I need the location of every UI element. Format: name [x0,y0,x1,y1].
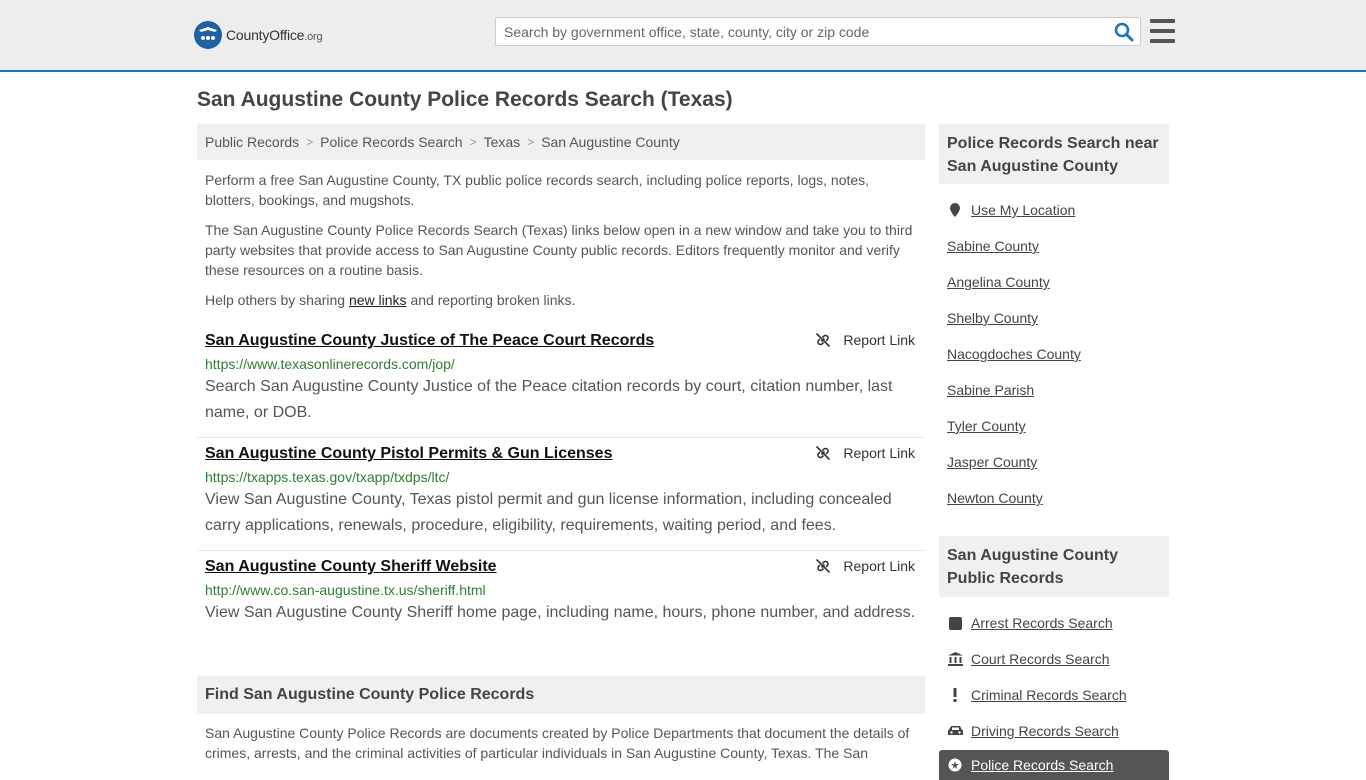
report-link-label: Report Link [843,558,915,574]
nearby-link-shelby-county[interactable]: Shelby County [947,310,1038,326]
new-links-link[interactable]: new links [349,292,407,308]
result-title-link[interactable]: San Augustine County Pistol Permits & Gu… [205,444,917,464]
criminal-records-link[interactable]: Criminal Records Search [971,687,1127,703]
breadcrumb-separator: > [469,135,477,149]
report-link-button[interactable]: Report Link [815,445,915,461]
nearby-link-newton-county[interactable]: Newton County [947,490,1043,506]
result-url[interactable]: https://txapps.texas.gov/txapp/txdps/ltc… [205,468,917,486]
exclamation-icon [947,687,963,703]
logo-text: CountyOffice.org [226,27,323,43]
nearby-item[interactable]: Tyler County [947,408,1169,444]
police-records-link[interactable]: Police Records Search [971,757,1113,773]
breadcrumb-texas[interactable]: Texas [484,134,521,150]
find-records-text: San Augustine County Police Records are … [205,725,910,761]
site-logo[interactable]: CountyOffice.org [194,20,323,50]
result-description: View San Augustine County Sheriff home p… [205,604,916,621]
driving-records-link[interactable]: Driving Records Search [971,723,1119,739]
nearby-list: Use My Location Sabine County Angelina C… [947,192,1169,516]
nearby-link-tyler-county[interactable]: Tyler County [947,418,1026,434]
public-record-item[interactable]: Criminal Records Search [947,677,1169,713]
public-record-item[interactable]: Driving Records Search [947,713,1169,749]
breadcrumb-separator: > [306,135,314,149]
breadcrumb-police-records-search[interactable]: Police Records Search [320,134,462,150]
court-records-link[interactable]: Court Records Search [971,651,1110,667]
breadcrumb-san-augustine-county[interactable]: San Augustine County [541,134,680,150]
intro-paragraph-2: The San Augustine County Police Records … [205,222,913,278]
police-badge-icon [947,757,963,773]
site-header: CountyOffice.org [0,0,1366,72]
public-record-item-active[interactable]: Police Records Search [939,750,1169,780]
result-title-link[interactable]: San Augustine County Sheriff Website [205,557,917,577]
car-icon [947,723,963,739]
nearby-item[interactable]: Newton County [947,480,1169,516]
nearby-item[interactable]: Angelina County [947,264,1169,300]
courthouse-icon [947,651,963,667]
nearby-link-angelina-county[interactable]: Angelina County [947,274,1050,290]
arrest-records-link[interactable]: Arrest Records Search [971,615,1113,631]
result-title-link[interactable]: San Augustine County Justice of The Peac… [205,331,917,351]
report-link-button[interactable]: Report Link [815,558,915,574]
find-records-heading: Find San Augustine County Police Records [197,676,925,714]
nearby-item[interactable]: Shelby County [947,300,1169,336]
breadcrumb: Public Records > Police Records Search >… [197,124,925,160]
result-url[interactable]: https://www.texasonlinerecords.com/jop/ [205,355,917,373]
search-bar [495,17,1141,46]
use-location-link[interactable]: Use My Location [971,202,1075,218]
logo-emblem-icon [194,21,222,49]
map-pin-icon [947,202,963,218]
search-icon[interactable] [1114,22,1134,42]
broken-link-icon [816,445,831,461]
hamburger-menu-icon[interactable] [1150,19,1175,43]
result-item: San Augustine County Sheriff Website Rep… [197,551,925,637]
nearby-item[interactable]: Sabine Parish [947,372,1169,408]
page-title: San Augustine County Police Records Sear… [197,88,733,111]
result-description: Search San Augustine County Justice of t… [205,378,893,421]
public-records-list: Arrest Records Search Court Records Sear… [947,605,1169,749]
use-location-item[interactable]: Use My Location [947,192,1169,228]
result-url[interactable]: http://www.co.san-augustine.tx.us/sherif… [205,581,917,599]
broken-link-icon [816,558,831,574]
nearby-item[interactable]: Sabine County [947,228,1169,264]
results-list: San Augustine County Justice of The Peac… [197,325,925,637]
nearby-link-sabine-county[interactable]: Sabine County [947,238,1039,254]
nearby-item[interactable]: Jasper County [947,444,1169,480]
broken-link-icon [816,332,831,348]
report-link-button[interactable]: Report Link [815,332,915,348]
breadcrumb-public-records[interactable]: Public Records [205,134,299,150]
public-record-item[interactable]: Court Records Search [947,641,1169,677]
square-icon [947,615,963,631]
intro-paragraph-3: Help others by sharing new links and rep… [205,292,576,308]
intro-paragraph-1: Perform a free San Augustine County, TX … [205,172,870,208]
nearby-item[interactable]: Nacogdoches County [947,336,1169,372]
result-description: View San Augustine County, Texas pistol … [205,491,892,534]
nearby-link-sabine-parish[interactable]: Sabine Parish [947,382,1034,398]
nearby-heading: Police Records Search near San Augustine… [939,124,1169,184]
nearby-link-nacogdoches-county[interactable]: Nacogdoches County [947,346,1081,362]
result-item: San Augustine County Justice of The Peac… [197,325,925,438]
report-link-label: Report Link [843,445,915,461]
nearby-link-jasper-county[interactable]: Jasper County [947,454,1037,470]
public-records-heading: San Augustine County Public Records [939,536,1169,597]
result-item: San Augustine County Pistol Permits & Gu… [197,438,925,551]
breadcrumb-separator: > [527,135,535,149]
report-link-label: Report Link [843,332,915,348]
search-input[interactable] [496,18,1106,45]
public-record-item[interactable]: Arrest Records Search [947,605,1169,641]
